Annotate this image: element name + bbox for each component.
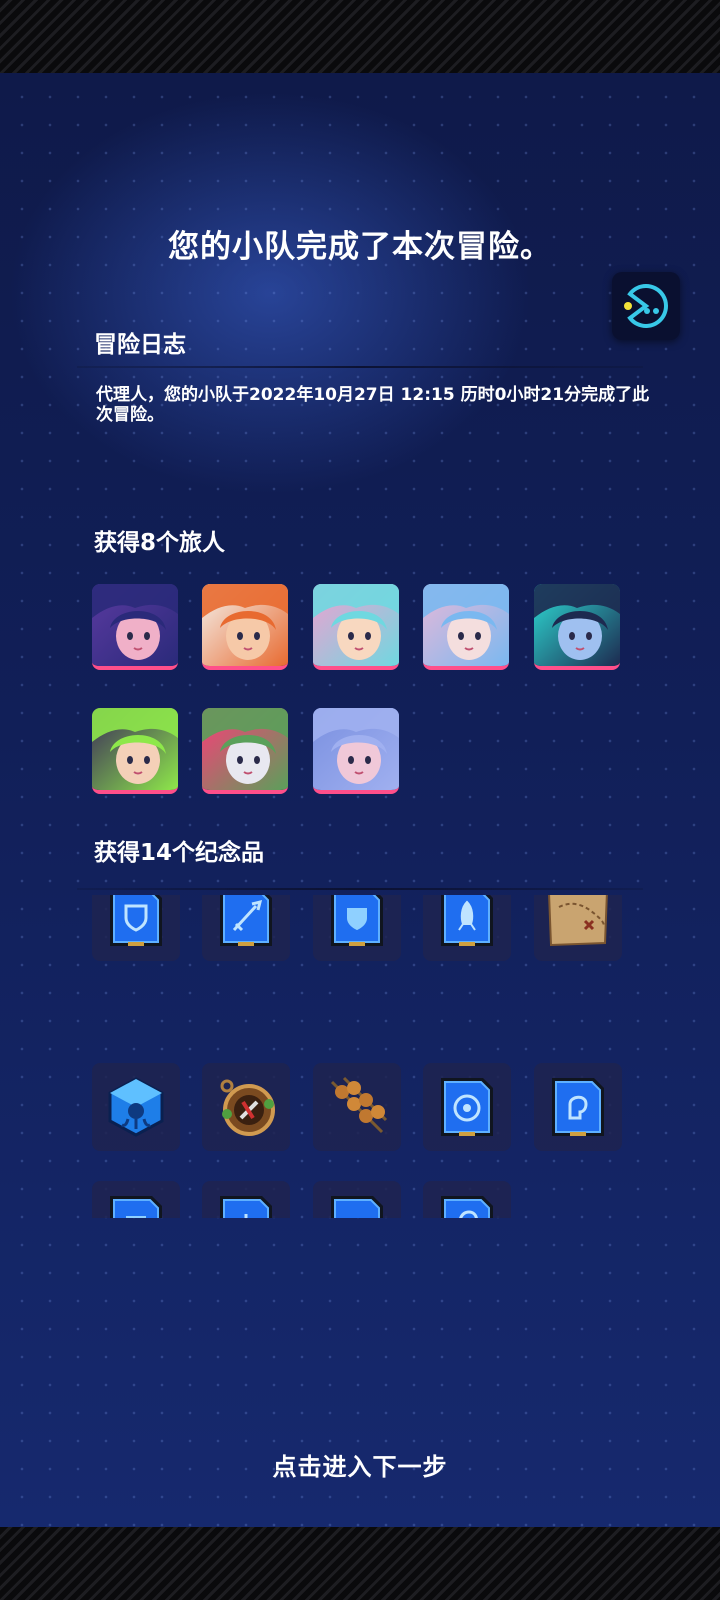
souvenir-tile[interactable] bbox=[92, 1181, 180, 1218]
souvenir-tile[interactable] bbox=[423, 1181, 511, 1218]
souvenirs-divider bbox=[77, 888, 643, 890]
card-robot-icon bbox=[220, 1196, 272, 1218]
souvenir-tile[interactable] bbox=[202, 1063, 290, 1151]
card-rocket-icon bbox=[441, 895, 493, 946]
traveler-portrait[interactable] bbox=[313, 708, 399, 794]
card-shield-icon bbox=[110, 1196, 162, 1218]
assistant-bot-button[interactable] bbox=[612, 272, 680, 340]
log-heading: 冒险日志 bbox=[94, 332, 186, 358]
souvenir-tile[interactable] bbox=[202, 895, 290, 961]
adventure-result-screen[interactable]: 您的小队完成了本次冒险。 冒险日志 代理人，您的小队于2022年10月27日 1… bbox=[0, 73, 720, 1527]
card-sword-icon bbox=[220, 895, 272, 946]
traveler-green-skin-pink-hair-icon bbox=[202, 708, 288, 790]
traveler-portrait[interactable] bbox=[313, 584, 399, 670]
bottom-nav-strip bbox=[0, 1527, 720, 1600]
log-divider bbox=[77, 366, 643, 368]
traveler-blue-hair-mask-icon bbox=[423, 584, 509, 666]
treasure-map-icon bbox=[548, 895, 608, 947]
blue-octopus-cube-icon bbox=[108, 1077, 164, 1137]
next-step-button[interactable]: 点击进入下一步 bbox=[0, 1447, 720, 1482]
traveler-portrait[interactable] bbox=[92, 708, 178, 794]
souvenir-tile[interactable] bbox=[534, 1063, 622, 1151]
souvenir-tile[interactable] bbox=[534, 895, 622, 961]
card-trumpet-icon bbox=[331, 1196, 383, 1218]
card-ear-icon bbox=[441, 1196, 493, 1218]
souvenir-tile[interactable] bbox=[423, 895, 511, 961]
souvenir-tile[interactable] bbox=[313, 1063, 401, 1151]
souvenir-tile[interactable] bbox=[92, 1063, 180, 1151]
traveler-green-hair-icon bbox=[92, 708, 178, 790]
page-title: 您的小队完成了本次冒险。 bbox=[168, 229, 552, 265]
traveler-teal-hair-goggles-icon bbox=[313, 584, 399, 666]
traveler-purple-hair-icon bbox=[92, 584, 178, 666]
card-circle-emblem-icon bbox=[441, 1078, 493, 1136]
card-head-profile-icon bbox=[552, 1078, 604, 1136]
traveler-portrait[interactable] bbox=[423, 584, 509, 670]
pacman-bot-icon bbox=[624, 283, 668, 328]
top-status-strip bbox=[0, 0, 720, 73]
traveler-orange-hair-glasses-icon bbox=[202, 584, 288, 666]
souvenir-tile[interactable] bbox=[202, 1181, 290, 1218]
card-shield-icon bbox=[331, 895, 383, 946]
souvenirs-heading: 获得14个纪念品 bbox=[94, 840, 265, 866]
traveler-portrait[interactable] bbox=[92, 584, 178, 670]
bronze-compass-medal-icon bbox=[220, 1079, 275, 1136]
souvenir-tile[interactable] bbox=[423, 1063, 511, 1151]
souvenir-tile[interactable] bbox=[313, 895, 401, 961]
traveler-robot-helmet-icon bbox=[534, 584, 620, 666]
meatball-skewers-icon bbox=[330, 1076, 388, 1134]
souvenir-tile[interactable] bbox=[92, 895, 180, 961]
card-shield-crest-icon bbox=[110, 895, 162, 946]
souvenirs-grid[interactable] bbox=[0, 895, 720, 1218]
traveler-lavender-hair-sleeping-icon bbox=[313, 708, 399, 790]
traveler-portrait[interactable] bbox=[202, 584, 288, 670]
log-text: 代理人，您的小队于2022年10月27日 12:15 历时0小时21分完成了此次… bbox=[96, 385, 650, 425]
traveler-portrait[interactable] bbox=[202, 708, 288, 794]
souvenir-tile[interactable] bbox=[313, 1181, 401, 1218]
traveler-portrait[interactable] bbox=[534, 584, 620, 670]
travelers-heading: 获得8个旅人 bbox=[94, 530, 226, 556]
